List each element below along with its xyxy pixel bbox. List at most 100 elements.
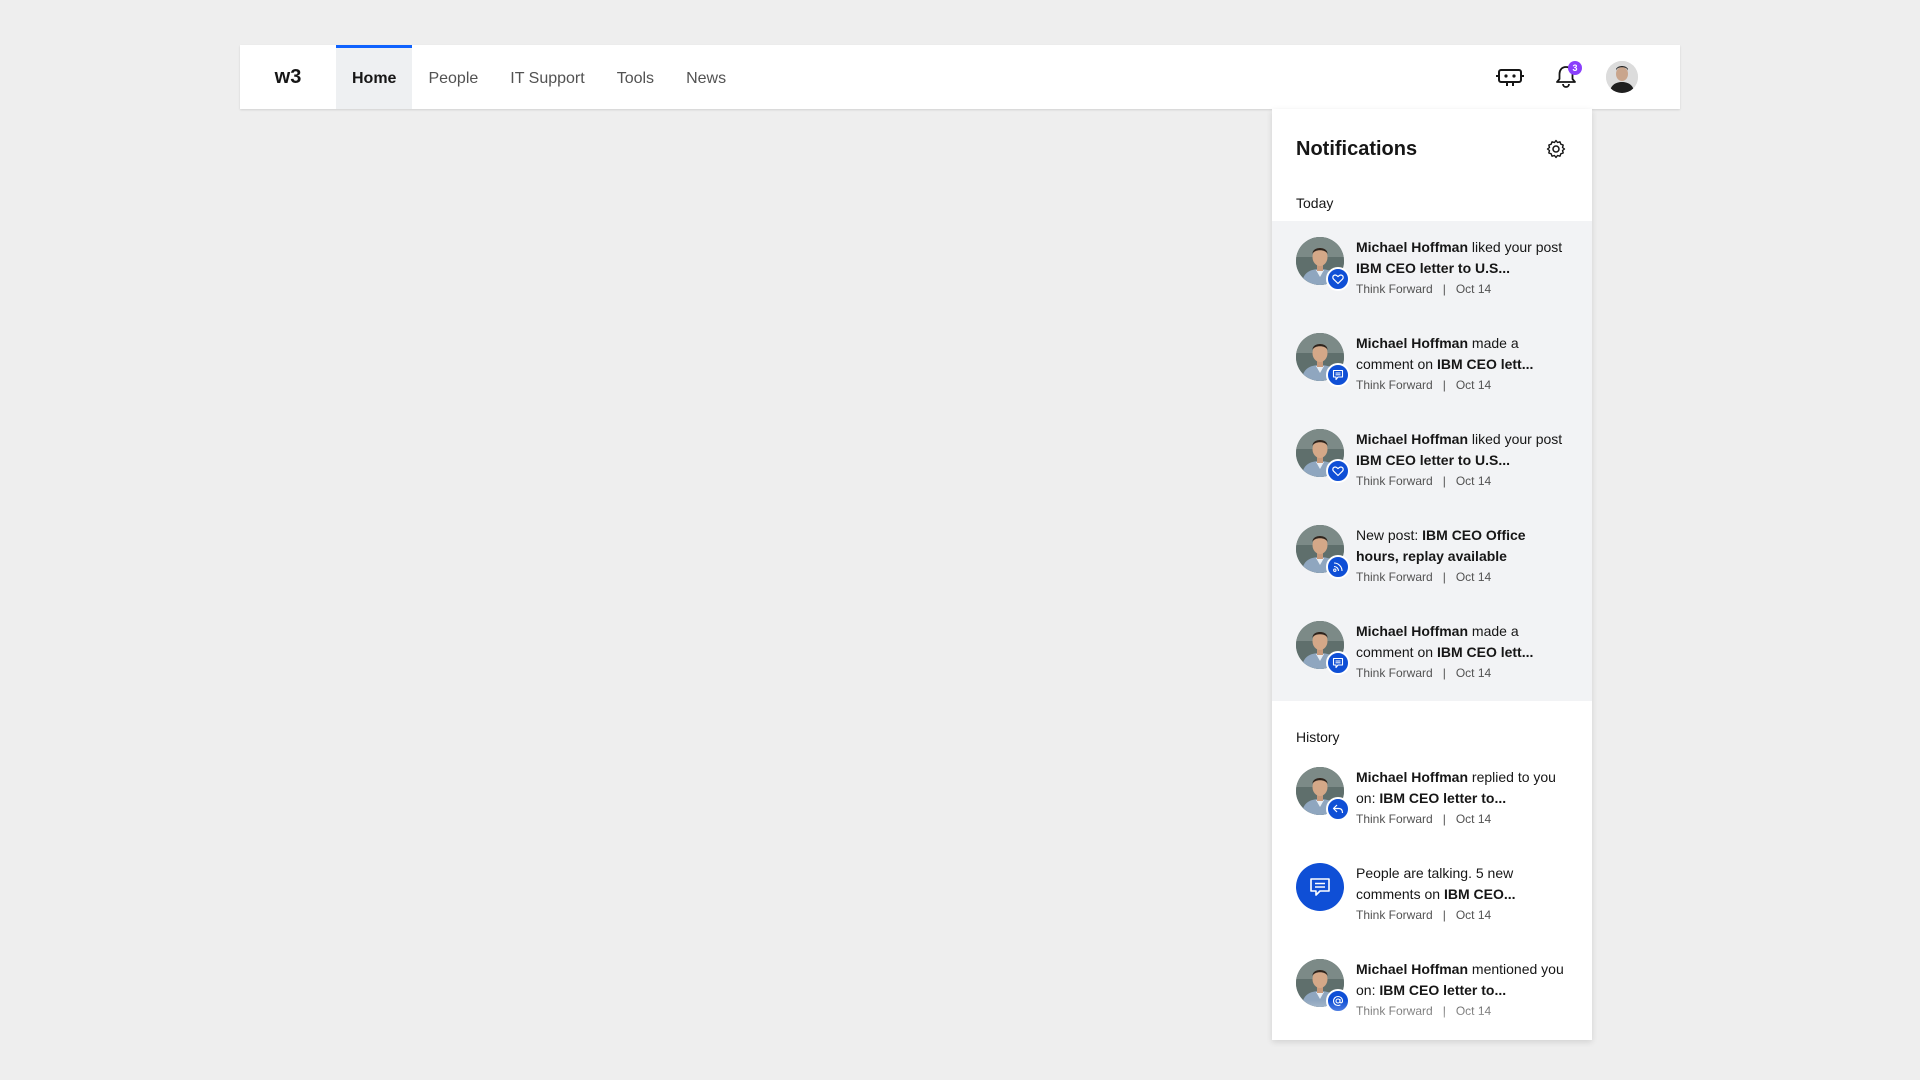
notification-target[interactable]: IBM CEO letter to...	[1379, 790, 1506, 806]
notification-date: Oct 14	[1455, 570, 1492, 584]
meta-separator: |	[1442, 378, 1446, 392]
notification-avatar	[1296, 333, 1350, 387]
at-icon	[1326, 989, 1350, 1013]
notification-target[interactable]: IBM CEO letter to U.S...	[1356, 452, 1510, 468]
notification-action: New post:	[1356, 527, 1423, 543]
logo[interactable]: w3	[240, 45, 336, 109]
notification-text: New post: IBM CEO Office hours, replay a…	[1356, 525, 1568, 567]
notification-actor[interactable]: Michael Hoffman	[1356, 431, 1468, 447]
notification-item[interactable]: Michael Hoffman liked your post IBM CEO …	[1272, 413, 1592, 509]
notification-source: Think Forward	[1356, 812, 1433, 826]
meta-separator: |	[1442, 570, 1446, 584]
assistant-button[interactable]	[1482, 45, 1538, 109]
notification-item[interactable]: Michael Hoffman replied to you on: IBM C…	[1272, 751, 1592, 847]
notification-date: Oct 14	[1455, 812, 1492, 826]
top-header: w3 Home People IT Support Tools News 3	[240, 45, 1680, 109]
notification-item[interactable]: Michael Hoffman made a comment on IBM CE…	[1272, 605, 1592, 701]
today-notifications: Michael Hoffman liked your post IBM CEO …	[1272, 221, 1592, 701]
notification-avatar	[1296, 429, 1350, 483]
notification-target[interactable]: IBM CEO letter to U.S...	[1356, 260, 1510, 276]
meta-separator: |	[1442, 666, 1446, 680]
notification-item[interactable]: Michael Hoffman liked your post IBM CEO …	[1272, 221, 1592, 317]
notification-avatar	[1296, 525, 1350, 579]
notification-action: liked your post	[1468, 431, 1563, 447]
notification-item[interactable]: People are talking. 5 new comments on IB…	[1272, 847, 1592, 943]
notification-date: Oct 14	[1455, 474, 1492, 488]
notification-body: Michael Hoffman made a comment on IBM CE…	[1356, 621, 1568, 701]
notification-target[interactable]: IBM CEO...	[1444, 886, 1516, 902]
meta-separator: |	[1442, 1004, 1446, 1018]
notification-date: Oct 14	[1455, 908, 1492, 922]
notification-text: People are talking. 5 new comments on IB…	[1356, 863, 1568, 905]
notification-meta: Think Forward | Oct 14	[1356, 1004, 1568, 1018]
notification-source: Think Forward	[1356, 666, 1433, 680]
notification-date: Oct 14	[1455, 666, 1492, 680]
notification-actor[interactable]: Michael Hoffman	[1356, 961, 1468, 977]
settings-button[interactable]	[1544, 137, 1568, 161]
notification-actor[interactable]: Michael Hoffman	[1356, 623, 1468, 639]
notification-item[interactable]: Michael Hoffman mentioned you on: IBM CE…	[1272, 943, 1592, 1039]
notification-text: Michael Hoffman mentioned you on: IBM CE…	[1356, 959, 1568, 1001]
notification-source: Think Forward	[1356, 282, 1433, 296]
notification-item[interactable]: New post: IBM CEO Office hours, replay a…	[1272, 509, 1592, 605]
nav-item-it-support[interactable]: IT Support	[494, 45, 600, 109]
notification-body: New post: IBM CEO Office hours, replay a…	[1356, 525, 1568, 605]
notification-body: Michael Hoffman liked your post IBM CEO …	[1356, 237, 1568, 317]
notification-target[interactable]: IBM CEO lett...	[1437, 644, 1533, 660]
notification-text: Michael Hoffman made a comment on IBM CE…	[1356, 333, 1568, 375]
comment-icon	[1326, 651, 1350, 675]
notification-date: Oct 14	[1455, 282, 1492, 296]
section-label-history: History	[1296, 729, 1340, 745]
nav-item-home[interactable]: Home	[336, 45, 413, 109]
notification-text: Michael Hoffman liked your post IBM CEO …	[1356, 237, 1568, 279]
notification-avatar	[1296, 621, 1350, 675]
profile-button[interactable]	[1594, 45, 1650, 109]
notification-text: Michael Hoffman replied to you on: IBM C…	[1356, 767, 1568, 809]
notification-source: Think Forward	[1356, 908, 1433, 922]
notification-actor[interactable]: Michael Hoffman	[1356, 335, 1468, 351]
notification-body: Michael Hoffman replied to you on: IBM C…	[1356, 767, 1568, 847]
notification-avatar	[1296, 863, 1344, 911]
nav-item-people[interactable]: People	[412, 45, 494, 109]
meta-separator: |	[1442, 282, 1446, 296]
user-avatar-icon	[1606, 61, 1638, 93]
notification-text: Michael Hoffman liked your post IBM CEO …	[1356, 429, 1568, 471]
notification-target[interactable]: IBM CEO lett...	[1437, 356, 1533, 372]
notification-meta: Think Forward | Oct 14	[1356, 474, 1568, 488]
chatbot-icon	[1496, 69, 1524, 86]
history-notifications: Michael Hoffman replied to you on: IBM C…	[1272, 751, 1592, 1039]
comment-icon	[1296, 863, 1344, 911]
notification-source: Think Forward	[1356, 474, 1433, 488]
notification-target[interactable]: IBM CEO letter to...	[1379, 982, 1506, 998]
rss-icon	[1326, 555, 1350, 579]
heart-icon	[1326, 459, 1350, 483]
notification-meta: Think Forward | Oct 14	[1356, 378, 1568, 392]
notification-actor[interactable]: Michael Hoffman	[1356, 239, 1468, 255]
notification-action: liked your post	[1468, 239, 1563, 255]
nav-item-tools[interactable]: Tools	[601, 45, 670, 109]
notification-body: Michael Hoffman liked your post IBM CEO …	[1356, 429, 1568, 509]
notification-body: People are talking. 5 new comments on IB…	[1356, 863, 1568, 943]
notification-actor[interactable]: Michael Hoffman	[1356, 769, 1468, 785]
meta-separator: |	[1442, 474, 1446, 488]
main-nav: Home People IT Support Tools News	[336, 45, 742, 109]
reply-icon	[1326, 797, 1350, 821]
notification-source: Think Forward	[1356, 1004, 1433, 1018]
panel-header: Notifications	[1272, 109, 1592, 189]
notification-avatar	[1296, 237, 1350, 291]
notification-body: Michael Hoffman mentioned you on: IBM CE…	[1356, 959, 1568, 1039]
notifications-button[interactable]: 3	[1538, 45, 1594, 109]
notification-item[interactable]: Michael Hoffman made a comment on IBM CE…	[1272, 317, 1592, 413]
header-actions: 3	[1482, 45, 1650, 109]
notification-avatar	[1296, 959, 1350, 1013]
notifications-panel: Notifications Today Michael Hoffman like…	[1272, 109, 1592, 1040]
avatar	[1606, 61, 1638, 93]
notification-date: Oct 14	[1455, 378, 1492, 392]
comment-icon	[1326, 363, 1350, 387]
heart-icon	[1326, 267, 1350, 291]
nav-item-news[interactable]: News	[670, 45, 742, 109]
notification-meta: Think Forward | Oct 14	[1356, 812, 1568, 826]
meta-separator: |	[1442, 908, 1446, 922]
notification-date: Oct 14	[1455, 1004, 1492, 1018]
notification-source: Think Forward	[1356, 378, 1433, 392]
